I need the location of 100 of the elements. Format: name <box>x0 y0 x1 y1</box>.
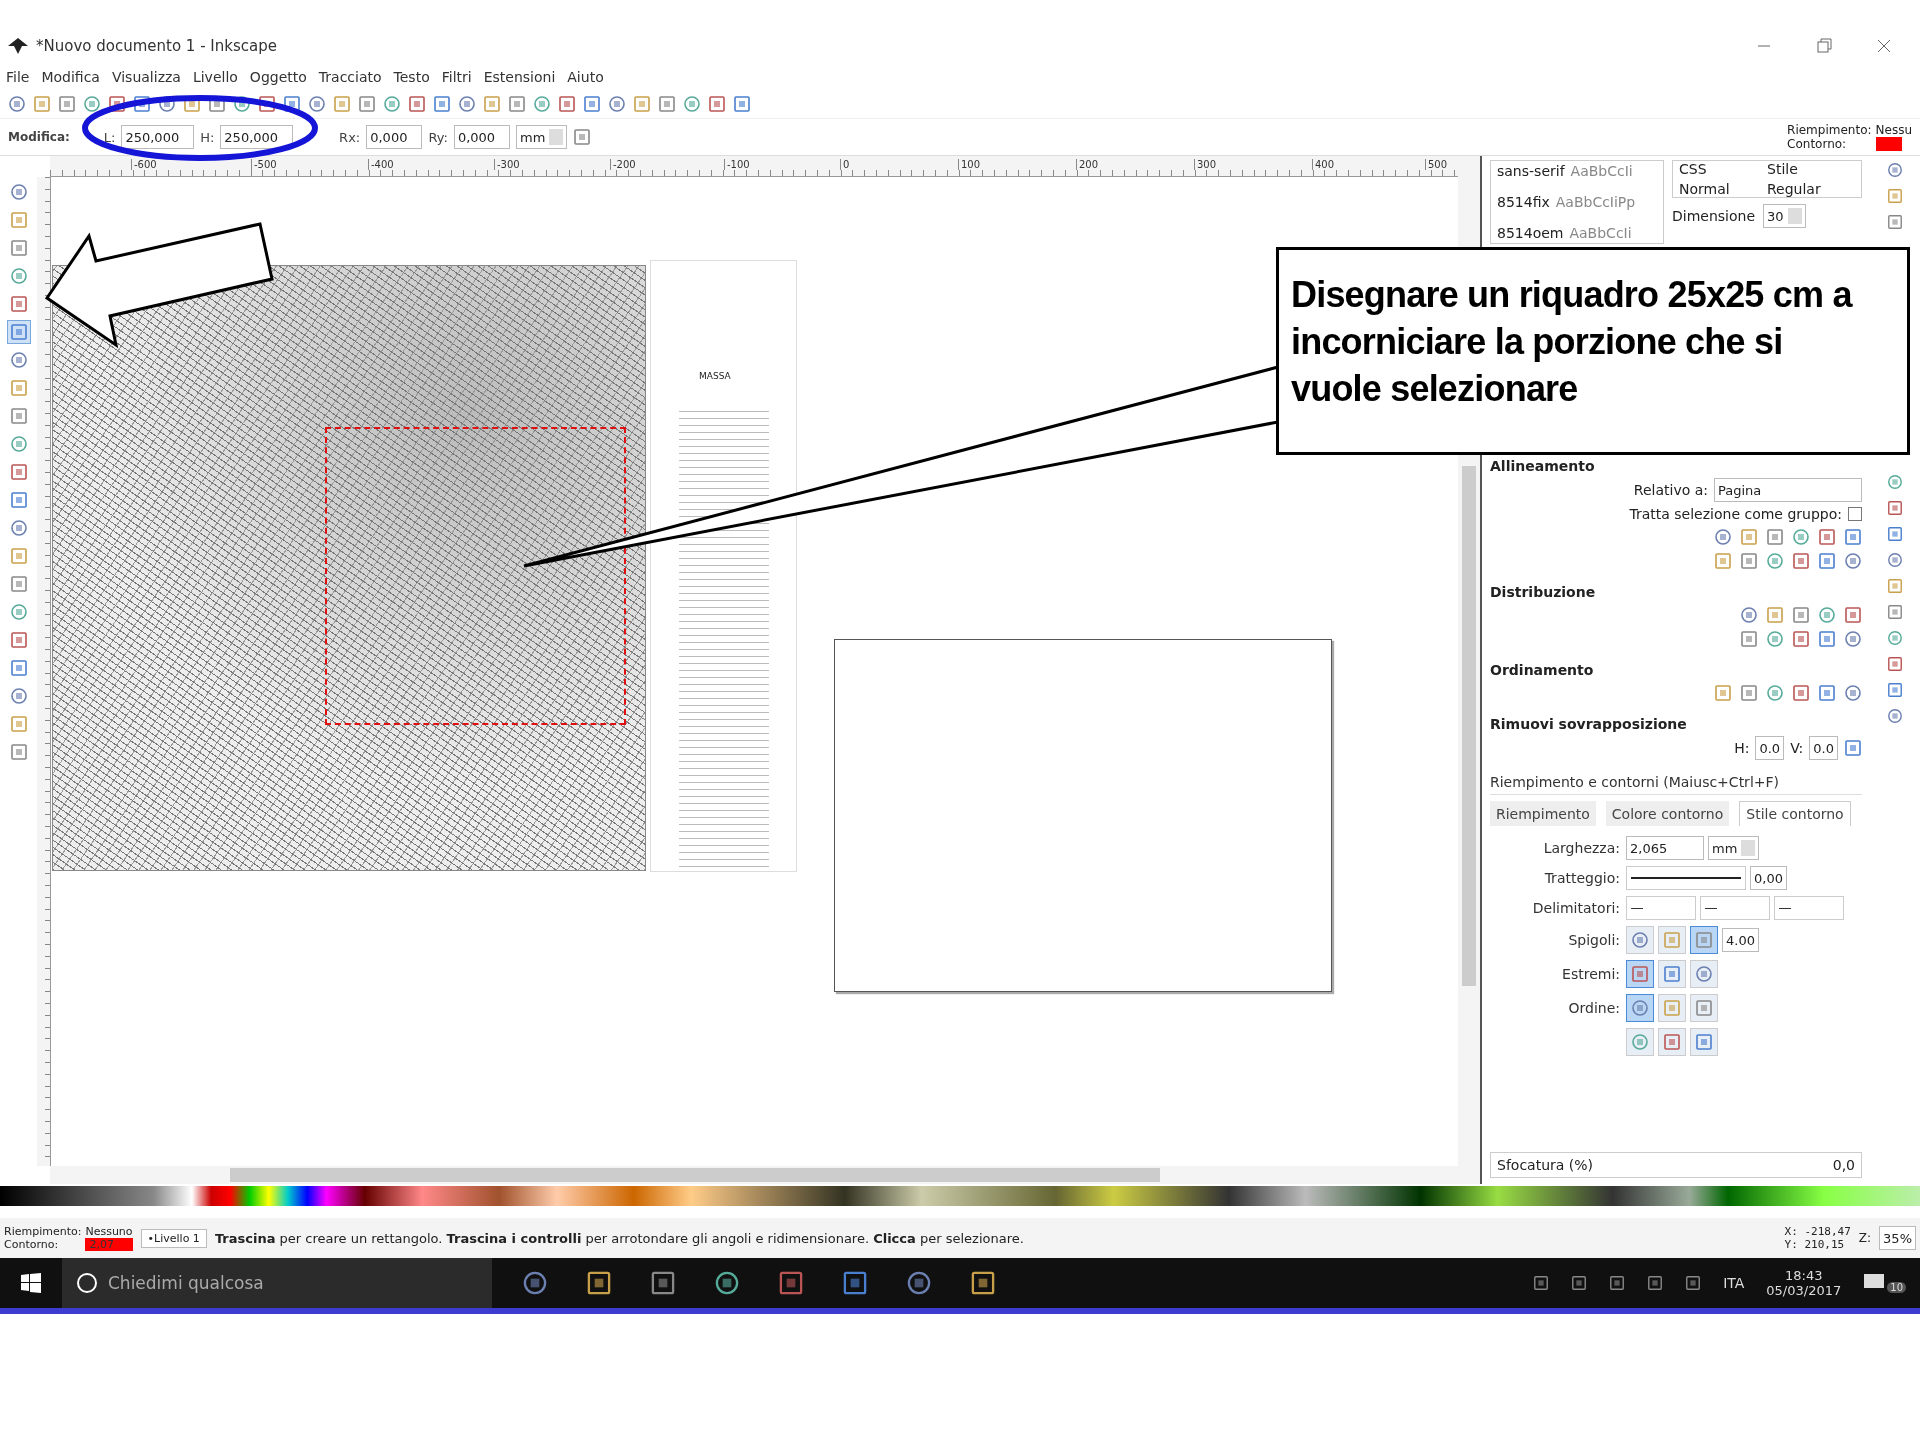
unit-dropdown[interactable]: mm <box>516 125 568 149</box>
marker-dropdown[interactable] <box>1700 896 1770 920</box>
color-palette[interactable] <box>0 1186 1920 1206</box>
distribute-icon[interactable] <box>1766 606 1784 624</box>
align-icon[interactable] <box>1844 552 1862 570</box>
command-icon[interactable] <box>1887 630 1903 646</box>
command-icon[interactable] <box>1887 552 1903 568</box>
marker-dropdown[interactable] <box>1626 896 1696 920</box>
menu-item[interactable]: Filtri <box>441 69 472 85</box>
distribute-icon[interactable] <box>1740 606 1758 624</box>
menu-item[interactable]: File <box>6 69 30 85</box>
align-icon[interactable] <box>1714 528 1732 546</box>
zoom-field[interactable]: 35% <box>1879 1226 1916 1250</box>
distribute-icon[interactable] <box>1818 630 1836 648</box>
join-button[interactable] <box>1690 926 1718 954</box>
command-icon[interactable] <box>1887 526 1903 542</box>
arrange-icon[interactable] <box>1766 684 1784 702</box>
toolbar-icon[interactable] <box>283 95 301 113</box>
style-css[interactable]: Normal <box>1679 181 1767 197</box>
order-button[interactable] <box>1658 1028 1686 1056</box>
align-icon[interactable] <box>1818 552 1836 570</box>
tool-button[interactable] <box>6 320 31 344</box>
align-icon[interactable] <box>1766 552 1784 570</box>
arrange-icon[interactable] <box>1818 684 1836 702</box>
relative-dropdown[interactable]: Pagina <box>1714 478 1862 502</box>
command-icon[interactable] <box>1887 604 1903 620</box>
command-icon[interactable] <box>1887 214 1903 230</box>
arrange-icon[interactable] <box>1714 684 1732 702</box>
dash-offset-field[interactable]: 0,00 <box>1750 866 1787 890</box>
unit-dropdown[interactable]: mm <box>1708 836 1760 860</box>
font-list-item[interactable]: 8514oem AaBbCcIi <box>1497 225 1657 241</box>
distribute-icon[interactable] <box>1792 606 1810 624</box>
toolbar-icon[interactable] <box>233 95 251 113</box>
command-icon[interactable] <box>1887 188 1903 204</box>
menu-item[interactable]: Oggetto <box>249 69 307 85</box>
size-field[interactable]: 30 <box>1763 204 1806 228</box>
command-icon[interactable] <box>1887 162 1903 178</box>
toolbar-icon[interactable] <box>133 95 151 113</box>
spin-field[interactable]: 0.0 <box>1755 736 1785 760</box>
taskbar-app-icon[interactable] <box>970 1270 996 1296</box>
tray-icon[interactable] <box>1571 1275 1588 1291</box>
join-button[interactable] <box>1626 926 1654 954</box>
align-icon[interactable] <box>1844 528 1862 546</box>
layer-dropdown[interactable]: •Livello 1 <box>140 1228 207 1248</box>
order-button[interactable] <box>1690 994 1718 1022</box>
align-icon[interactable] <box>1792 552 1810 570</box>
taskbar-app-icon[interactable] <box>842 1270 868 1296</box>
distribute-icon[interactable] <box>1792 630 1810 648</box>
search-box[interactable]: Chiedimi qualcosa <box>62 1258 492 1308</box>
join-button[interactable] <box>1658 926 1686 954</box>
command-icon[interactable] <box>1887 474 1903 490</box>
clock-time[interactable]: 18:43 <box>1785 1268 1823 1283</box>
taskbar-app-icon[interactable] <box>650 1270 676 1296</box>
cap-button[interactable] <box>1626 960 1654 988</box>
remove-overlap-icon[interactable] <box>1844 739 1862 757</box>
arrange-icon[interactable] <box>1792 684 1810 702</box>
menu-item[interactable]: Tracciato <box>318 69 382 85</box>
toolbar-icon[interactable] <box>258 95 276 113</box>
tray-icon[interactable] <box>1609 1275 1626 1291</box>
order-button[interactable] <box>1658 994 1686 1022</box>
command-icon[interactable] <box>1887 656 1903 672</box>
marker-dropdown[interactable] <box>1774 896 1844 920</box>
scrollbar-thumb[interactable] <box>1462 466 1476 986</box>
align-icon[interactable] <box>1818 528 1836 546</box>
distribute-icon[interactable] <box>1740 630 1758 648</box>
font-list-item[interactable]: sans-serif AaBbCcIi <box>1497 163 1657 179</box>
corner-icon[interactable] <box>573 128 592 146</box>
distribute-icon[interactable] <box>1818 606 1836 624</box>
taskbar-app-icon[interactable] <box>586 1270 612 1296</box>
menu-item[interactable]: Modifica <box>41 69 100 85</box>
command-icon[interactable] <box>1887 578 1903 594</box>
align-icon[interactable] <box>1740 528 1758 546</box>
tray-icon[interactable] <box>1685 1275 1702 1291</box>
language-indicator[interactable]: ITA <box>1723 1275 1745 1291</box>
distribute-icon[interactable] <box>1844 630 1862 648</box>
command-icon[interactable] <box>1887 708 1903 724</box>
spin-field[interactable]: 0.0 <box>1809 736 1838 760</box>
dash-dropdown[interactable] <box>1626 866 1746 890</box>
menu-item[interactable]: Visualizza <box>111 69 181 85</box>
tray-icon[interactable] <box>1647 1275 1664 1291</box>
taskbar-app-icon[interactable] <box>778 1270 804 1296</box>
cap-button[interactable] <box>1658 960 1686 988</box>
arrange-icon[interactable] <box>1740 684 1758 702</box>
cap-button[interactable] <box>1690 960 1718 988</box>
scrollbar-thumb[interactable] <box>230 1168 1160 1182</box>
menu-item[interactable]: Aiuto <box>567 69 604 85</box>
tab[interactable]: Stile contorno <box>1739 801 1851 826</box>
spin-field[interactable]: 250,000 <box>121 125 195 149</box>
order-button[interactable] <box>1626 1028 1654 1056</box>
tab[interactable]: Colore contorno <box>1605 801 1730 826</box>
order-button[interactable] <box>1626 994 1654 1022</box>
align-icon[interactable] <box>1766 528 1784 546</box>
restore-icon[interactable] <box>1814 36 1834 56</box>
distribute-icon[interactable] <box>1844 606 1862 624</box>
taskbar-app-icon[interactable] <box>714 1270 740 1296</box>
align-icon[interactable] <box>1740 552 1758 570</box>
toolbar-icon[interactable] <box>108 95 126 113</box>
distribute-icon[interactable] <box>1766 630 1784 648</box>
spin-field[interactable]: 0,000 <box>453 125 511 149</box>
tab[interactable]: Riempimento <box>1490 801 1596 826</box>
